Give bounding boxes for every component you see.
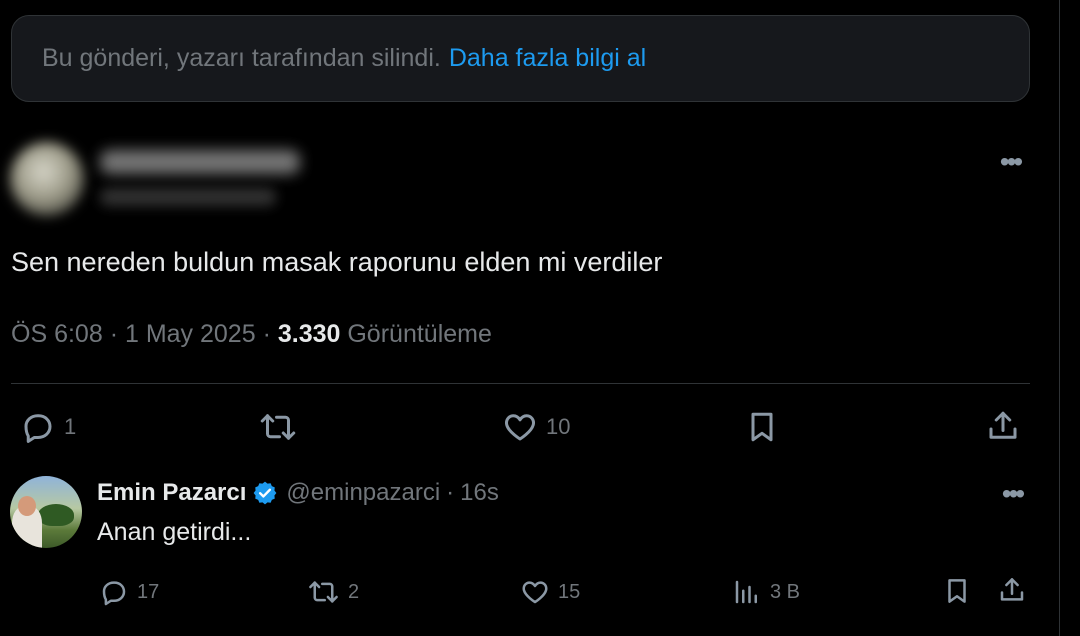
like-button[interactable]: 10 [502, 409, 570, 445]
column-border [1059, 0, 1060, 636]
bookmark-button[interactable] [942, 576, 972, 606]
learn-more-link[interactable]: Daha fazla bilgi al [449, 44, 646, 73]
share-upload-icon [1000, 578, 1024, 601]
deleted-notice-text: Bu gönderi, yazarı tarafından silindi. [42, 44, 441, 72]
meta-separator: · [262, 320, 271, 348]
tweet-time[interactable]: ÖS 6:08 [11, 320, 103, 348]
bookmark-icon [751, 412, 773, 442]
views-count: 3.330 [277, 320, 341, 348]
avatar[interactable] [10, 142, 84, 216]
more-dots-icon[interactable]: ••• [992, 474, 1032, 514]
meta-separator: · [109, 320, 119, 348]
heart-icon [505, 414, 535, 441]
reply-tweet-text: Anan getirdi... [97, 518, 252, 546]
reply-button[interactable]: 17 [99, 577, 159, 607]
reply-count: 17 [137, 580, 160, 603]
like-count: 15 [558, 580, 581, 603]
views-button[interactable]: 3 B [732, 577, 800, 607]
retweet-icon [260, 414, 296, 440]
deleted-post-notice: Bu gönderi, yazarı tarafından silindi. D… [11, 15, 1030, 102]
bookmark-icon [948, 579, 966, 603]
retweet-count: 2 [348, 580, 360, 603]
reply-author-name[interactable]: Emin Pazarcı [97, 479, 246, 507]
share-upload-icon [989, 411, 1017, 439]
avatar[interactable] [10, 476, 82, 548]
more-dots-icon[interactable]: ••• [990, 142, 1030, 182]
share-button[interactable] [985, 408, 1021, 444]
tweet-date[interactable]: 1 May 2025 [125, 320, 256, 348]
avatar-face [18, 496, 36, 516]
reply-bubble-icon [24, 414, 52, 443]
meta-separator: · [446, 479, 455, 506]
bookmark-button[interactable] [744, 409, 780, 445]
author-handle-blurred[interactable] [100, 188, 276, 206]
main-tweet-text: Sen nereden buldun masak raporunu elden … [11, 247, 663, 277]
retweet-button[interactable] [258, 409, 306, 445]
main-tweet-author [8, 138, 1038, 218]
reply-bubble-icon [102, 581, 126, 606]
author-name-blurred[interactable] [100, 150, 300, 174]
views-label: Görüntüleme [347, 320, 492, 348]
like-button[interactable]: 15 [520, 577, 580, 607]
retweet-button[interactable]: 2 [307, 577, 359, 607]
like-count: 10 [546, 414, 571, 439]
reply-author-handle[interactable]: @eminpazarci [286, 479, 440, 507]
main-tweet-meta: ÖS 6:08 · 1 May 2025 · 3.330 Görüntüleme [11, 320, 492, 349]
reply-count: 1 [64, 414, 77, 439]
views-bars-icon [735, 580, 757, 604]
avatar-tree [38, 504, 74, 526]
retweet-icon [309, 581, 338, 603]
views-count: 3 B [770, 580, 801, 603]
reply-button[interactable]: 1 [20, 409, 76, 445]
heart-icon [522, 581, 548, 604]
reply-header: Emin Pazarcı @eminpazarci · 16s [97, 479, 499, 507]
divider [11, 383, 1030, 384]
reply-time[interactable]: 16s [460, 479, 499, 507]
share-button[interactable] [997, 575, 1027, 605]
verified-badge-icon [254, 481, 277, 505]
